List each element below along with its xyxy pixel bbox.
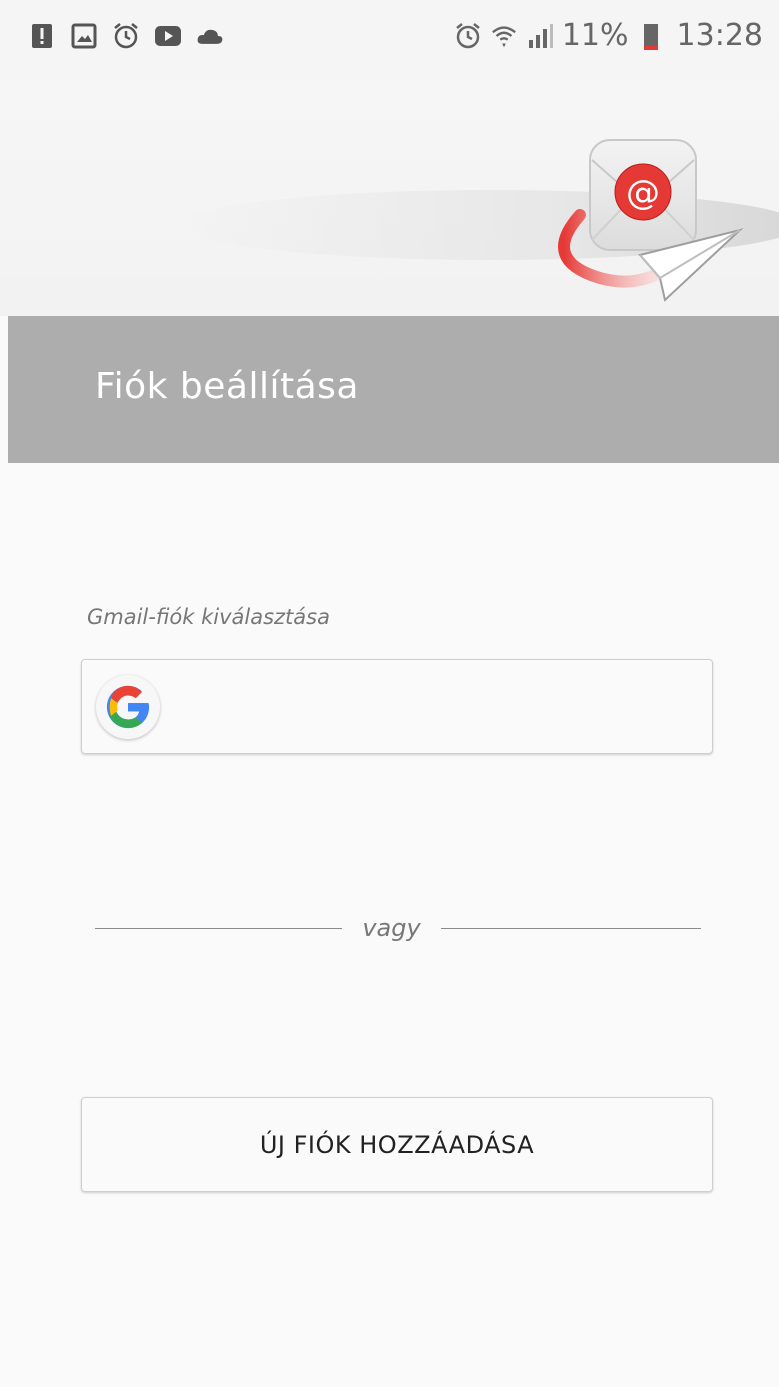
- gmail-account-label: Gmail-fiók kiválasztása: [87, 605, 330, 629]
- signal-icon: [526, 22, 554, 50]
- add-new-account-button[interactable]: ÚJ FIÓK HOZZÁADÁSA: [81, 1097, 713, 1192]
- divider-text: vagy: [362, 914, 421, 942]
- youtube-icon: [154, 22, 182, 50]
- battery-percent: 11%: [561, 18, 629, 53]
- gmail-account-picker[interactable]: [81, 659, 713, 754]
- divider-line-left: [95, 928, 342, 929]
- svg-text:@: @: [626, 173, 660, 213]
- warning-icon: [28, 22, 56, 50]
- divider-line-right: [441, 928, 701, 929]
- email-setup-screen: 11% 13:28 @ Fiók beállítása Gmail-fiók k…: [0, 0, 779, 1387]
- google-icon: [96, 675, 160, 739]
- alarm-icon: [454, 22, 482, 50]
- notification-icons: [28, 22, 224, 50]
- alarm-icon: [112, 22, 140, 50]
- clock: 13:28: [676, 18, 763, 53]
- header-illustration: @: [0, 80, 779, 316]
- cloud-icon: [196, 22, 224, 50]
- wifi-icon: [490, 22, 518, 50]
- battery-icon: [637, 22, 665, 50]
- system-status: 11% 13:28: [454, 18, 763, 53]
- title-bar: Fiók beállítása: [8, 316, 779, 463]
- page-title: Fiók beállítása: [95, 366, 359, 407]
- email-app-logo-icon: @: [558, 139, 744, 302]
- status-bar: 11% 13:28: [0, 0, 779, 80]
- image-icon: [70, 22, 98, 50]
